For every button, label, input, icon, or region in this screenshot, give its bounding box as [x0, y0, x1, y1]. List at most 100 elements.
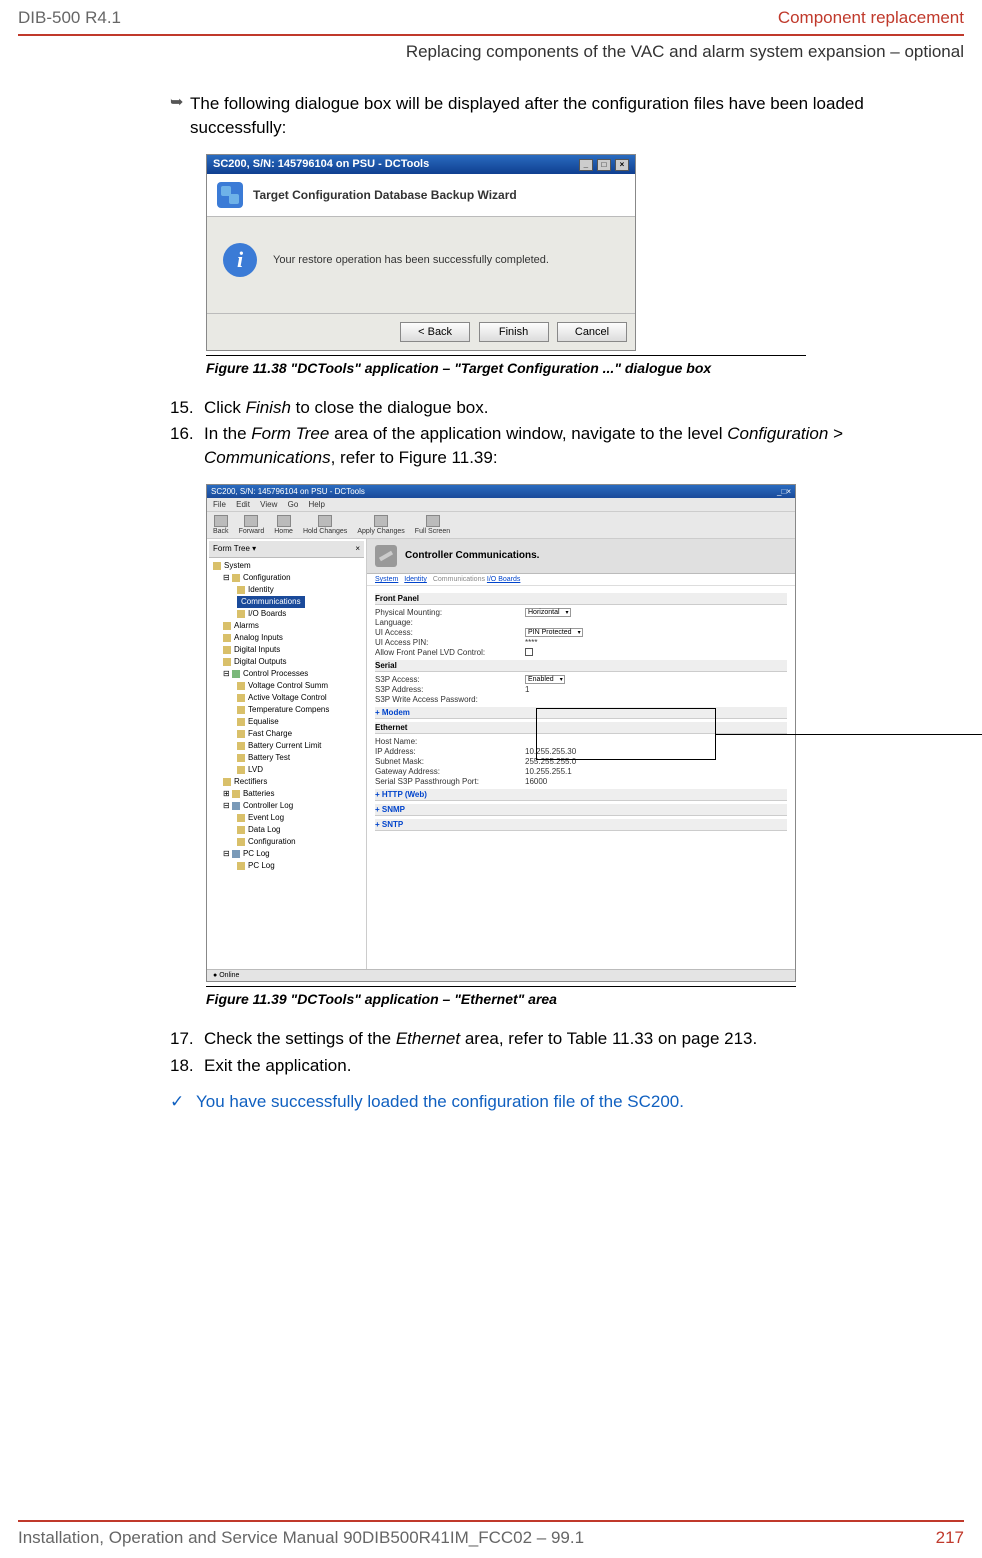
footer-doc-id: Installation, Operation and Service Manu… [18, 1528, 584, 1548]
dialog-title: SC200, S/N: 145796104 on PSU - DCTools [213, 158, 429, 170]
tree-io-boards[interactable]: I/O Boards [209, 608, 364, 620]
toolbar-hold[interactable]: Hold Changes [303, 515, 347, 535]
maximize-icon[interactable]: □ [597, 159, 611, 171]
tree-system[interactable]: System [209, 560, 364, 572]
tree-digital-outputs[interactable]: Digital Outputs [209, 656, 364, 668]
ui-pin-value[interactable]: **** [525, 638, 537, 647]
crumb-identity[interactable]: Identity [404, 576, 427, 583]
tree-cfg-log[interactable]: Configuration [209, 836, 364, 848]
ui-access-select[interactable]: PIN Protected [525, 628, 583, 637]
tree-event-log[interactable]: Event Log [209, 812, 364, 824]
forward-icon [244, 515, 258, 527]
dialog-titlebar: SC200, S/N: 145796104 on PSU - DCTools _… [207, 155, 635, 174]
tree-temp-comp[interactable]: Temperature Compens [209, 704, 364, 716]
sec-http[interactable]: + HTTP (Web) [375, 789, 787, 801]
tree-batt-current[interactable]: Battery Current Limit [209, 740, 364, 752]
tree-configuration[interactable]: ⊟ Configuration [209, 572, 364, 584]
crumb-io[interactable]: I/O Boards [487, 576, 520, 583]
menu-go[interactable]: Go [288, 500, 299, 509]
gateway-value[interactable]: 10.255.255.1 [525, 767, 572, 776]
details-title: Controller Communications. [405, 550, 539, 561]
toolbar-back[interactable]: Back [213, 515, 229, 535]
s3p-access-select[interactable]: Enabled [525, 675, 565, 684]
close-icon[interactable]: × [786, 487, 791, 496]
tree-rectifiers[interactable]: Rectifiers [209, 776, 364, 788]
home-icon [277, 515, 291, 527]
info-icon: i [223, 243, 257, 277]
tree-controller-log[interactable]: ⊟ Controller Log [209, 800, 364, 812]
close-icon[interactable]: × [615, 159, 629, 171]
tree-control-processes[interactable]: ⊟ Control Processes [209, 668, 364, 680]
header-section: Component replacement [778, 8, 964, 28]
tree-equalise[interactable]: Equalise [209, 716, 364, 728]
sec-serial: Serial [375, 660, 787, 672]
tree-batteries[interactable]: ⊞ Batteries [209, 788, 364, 800]
arrow-icon: ➥ [170, 92, 190, 140]
tree-close-icon[interactable]: × [355, 543, 360, 555]
backup-wizard-dialog: SC200, S/N: 145796104 on PSU - DCTools _… [206, 154, 636, 351]
step-number: 18. [170, 1054, 204, 1078]
back-button[interactable]: < Back [400, 322, 470, 342]
hold-icon [318, 515, 332, 527]
cancel-button[interactable]: Cancel [557, 322, 627, 342]
tree-avc[interactable]: Active Voltage Control [209, 692, 364, 704]
window-buttons: _ □ × [578, 158, 629, 171]
status-bar: ● Online [207, 969, 795, 981]
app-titlebar: SC200, S/N: 145796104 on PSU - DCTools _… [207, 485, 795, 498]
tree-pc-log[interactable]: ⊟ PC Log [209, 848, 364, 860]
tree-communications[interactable]: Communications [209, 596, 364, 608]
figure-11-38-caption: Figure 11.38 "DCTools" application – "Ta… [206, 355, 806, 376]
wizard-icon [217, 182, 243, 208]
back-icon [214, 515, 228, 527]
success-line: ✓ You have successfully loaded the confi… [170, 1092, 964, 1112]
tree-fast-charge[interactable]: Fast Charge [209, 728, 364, 740]
tree-identity[interactable]: Identity [209, 584, 364, 596]
step-text: Click Finish to close the dialogue box. [204, 396, 488, 420]
breadcrumb: System Identity Communications I/O Board… [367, 574, 795, 586]
physical-mounting-select[interactable]: Horizontal [525, 608, 571, 617]
dialog-body: i Your restore operation has been succes… [207, 217, 635, 313]
apply-icon [374, 515, 388, 527]
result-text: The following dialogue box will be displ… [190, 92, 964, 140]
step-18: 18. Exit the application. [170, 1054, 964, 1078]
menu-view[interactable]: View [260, 500, 277, 509]
menu-bar: File Edit View Go Help [207, 498, 795, 512]
step-text: In the Form Tree area of the application… [204, 422, 964, 470]
s3p-address-value[interactable]: 1 [525, 685, 529, 694]
crumb-current: Communications [433, 576, 485, 583]
form-tree-panel: Form Tree ▾× System ⊟ Configuration Iden… [207, 539, 367, 969]
tree-batt-test[interactable]: Battery Test [209, 752, 364, 764]
callout-line [716, 734, 982, 735]
tree-header: Form Tree ▾× [209, 541, 364, 558]
tree-lvd[interactable]: LVD [209, 764, 364, 776]
lvd-checkbox[interactable] [525, 648, 533, 656]
step-16: 16. In the Form Tree area of the applica… [170, 422, 964, 470]
tree-data-log[interactable]: Data Log [209, 824, 364, 836]
tree-voltage-control[interactable]: Voltage Control Summ [209, 680, 364, 692]
tree-alarms[interactable]: Alarms [209, 620, 364, 632]
toolbar-apply[interactable]: Apply Changes [357, 515, 404, 535]
step-number: 16. [170, 422, 204, 470]
dialog-message: Your restore operation has been successf… [273, 254, 549, 266]
tree-analog-inputs[interactable]: Analog Inputs [209, 632, 364, 644]
s3p-port-value[interactable]: 16000 [525, 777, 547, 786]
sec-front-panel: Front Panel [375, 593, 787, 605]
step-17: 17. Check the settings of the Ethernet a… [170, 1027, 964, 1051]
tree-pc-log-sub[interactable]: PC Log [209, 860, 364, 872]
sec-sntp[interactable]: + SNTP [375, 819, 787, 831]
sec-snmp[interactable]: + SNMP [375, 804, 787, 816]
menu-help[interactable]: Help [309, 500, 325, 509]
step-15: 15. Click Finish to close the dialogue b… [170, 396, 964, 420]
crumb-system[interactable]: System [375, 576, 398, 583]
header-subtitle: Replacing components of the VAC and alar… [0, 36, 982, 92]
toolbar-forward[interactable]: Forward [239, 515, 265, 535]
finish-button[interactable]: Finish [479, 322, 549, 342]
figure-11-39: SC200, S/N: 145796104 on PSU - DCTools _… [206, 484, 796, 982]
figure-11-39-caption: Figure 11.39 "DCTools" application – "Et… [206, 986, 796, 1007]
menu-edit[interactable]: Edit [236, 500, 250, 509]
tree-digital-inputs[interactable]: Digital Inputs [209, 644, 364, 656]
menu-file[interactable]: File [213, 500, 226, 509]
toolbar-home[interactable]: Home [274, 515, 293, 535]
toolbar-fullscreen[interactable]: Full Screen [415, 515, 450, 535]
minimize-icon[interactable]: _ [579, 159, 593, 171]
